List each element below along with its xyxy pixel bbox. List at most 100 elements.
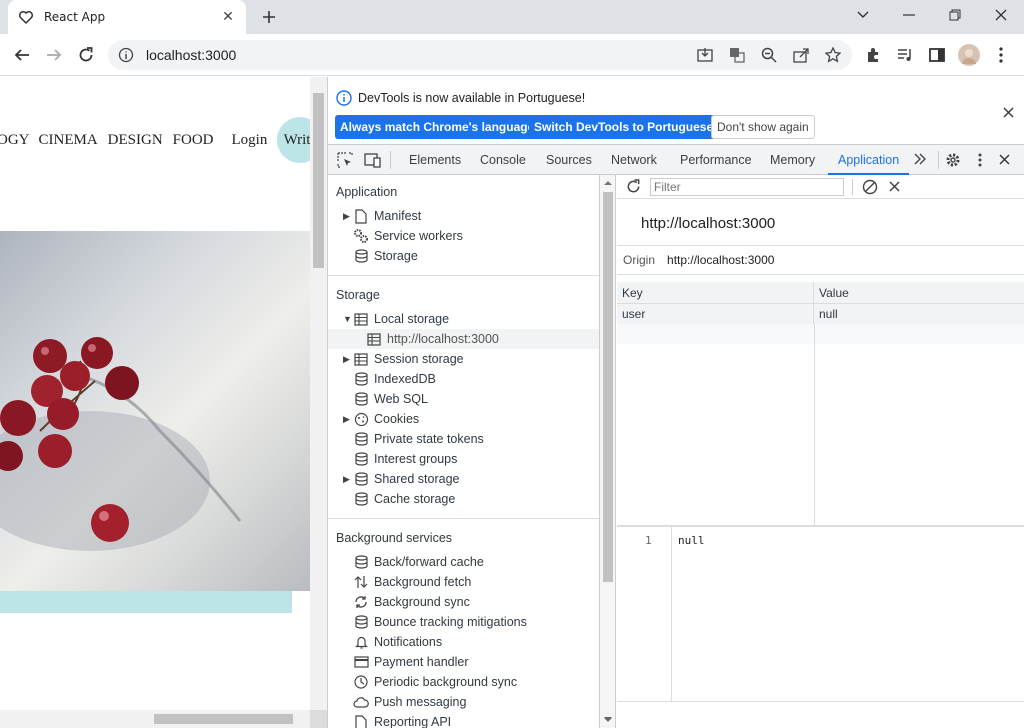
delete-selected-icon[interactable] (889, 181, 900, 192)
sidebar-item-payment-handler[interactable]: Payment handler (353, 652, 469, 672)
info-circle-icon (336, 90, 352, 106)
sidebar-item-back-forward-cache[interactable]: Back/forward cache (353, 552, 484, 572)
bookmark-star-icon[interactable] (820, 42, 846, 68)
forward-icon[interactable] (41, 42, 67, 68)
sidebar-item-push-messaging[interactable]: Push messaging (353, 692, 466, 712)
nav-item-cinema[interactable]: CINEMA (39, 132, 98, 149)
tab-search-icon[interactable] (850, 4, 876, 26)
share-icon[interactable] (788, 42, 814, 68)
page-hscroll-thumb[interactable] (154, 714, 293, 724)
sidebar-item-localhost[interactable]: http://localhost:3000 (328, 329, 599, 349)
sidebar-item-background-sync[interactable]: Background sync (353, 592, 470, 612)
tab-performance[interactable]: Performance (680, 145, 752, 175)
inspect-element-icon[interactable] (337, 152, 353, 168)
sidebar-item-service-workers[interactable]: Service workers (353, 226, 463, 246)
sidebar-item-storage[interactable]: Storage (353, 246, 418, 266)
sidebar-item-manifest[interactable]: ▶ Manifest (343, 206, 421, 226)
sidebar-item-cookies[interactable]: ▶ Cookies (343, 409, 419, 429)
section-storage: Storage (336, 288, 380, 302)
sidebar-item-periodic-background-sync[interactable]: Periodic background sync (353, 672, 517, 692)
always-match-language-button[interactable]: Always match Chrome's language (335, 115, 540, 139)
back-icon[interactable] (9, 42, 35, 68)
table-row-empty[interactable] (617, 324, 1024, 344)
side-panel-icon[interactable] (924, 42, 950, 68)
database-icon (353, 491, 369, 507)
login-link[interactable]: Login (232, 132, 268, 149)
restore-icon[interactable] (942, 4, 968, 26)
table-row[interactable]: user null (617, 304, 1024, 324)
sidebar-item-indexeddb[interactable]: IndexedDB (353, 369, 436, 389)
page-horizontal-scrollbar[interactable] (0, 710, 310, 728)
sidebar-item-interest-groups[interactable]: Interest groups (353, 449, 457, 469)
expand-arrow-icon[interactable]: ▶ (343, 211, 353, 222)
sidebar-item-private-state-tokens[interactable]: Private state tokens (353, 429, 484, 449)
sidebar-item-background-fetch[interactable]: Background fetch (353, 572, 471, 592)
table-icon (353, 311, 369, 327)
close-infobar-icon[interactable] (1001, 105, 1015, 119)
write-button[interactable]: Write (277, 117, 310, 163)
scroll-down-icon[interactable] (601, 713, 615, 725)
application-sidebar: Application ▶ Manifest Service workers S… (328, 175, 600, 728)
database-icon (353, 391, 369, 407)
tab-title: React App (44, 10, 106, 24)
new-tab-icon[interactable] (258, 6, 280, 28)
database-icon (353, 371, 369, 387)
install-icon[interactable] (692, 42, 718, 68)
refresh-icon[interactable] (626, 179, 641, 194)
filter-toolbar: Filter (617, 175, 1024, 199)
page-scroll-thumb[interactable] (313, 93, 324, 268)
column-divider (814, 324, 815, 527)
filter-input[interactable]: Filter (650, 178, 844, 196)
sidebar-item-shared-storage[interactable]: ▶ Shared storage (343, 469, 459, 489)
tab-sources[interactable]: Sources (546, 145, 592, 175)
translate-icon[interactable] (724, 42, 750, 68)
close-devtools-icon[interactable] (999, 154, 1010, 165)
column-header-value[interactable]: Value (814, 282, 1024, 304)
extensions-icon[interactable] (860, 42, 886, 68)
tab-console[interactable]: Console (480, 145, 526, 175)
tab-application[interactable]: Application (828, 145, 910, 175)
sidebar-item-session-storage[interactable]: ▶ Session storage (343, 349, 464, 369)
column-header-key[interactable]: Key (617, 282, 814, 304)
reload-icon[interactable] (73, 42, 99, 68)
sidebar-item-notifications[interactable]: Notifications (353, 632, 442, 652)
cell-key[interactable]: user (617, 304, 814, 324)
nav-item-design[interactable]: DESIGN (108, 132, 163, 149)
browser-tab[interactable]: React App ✕ (8, 0, 246, 34)
sidebar-item-cache-storage[interactable]: Cache storage (353, 489, 455, 509)
sidebar-item-local-storage[interactable]: ▼ Local storage (343, 309, 449, 329)
media-control-icon[interactable] (892, 42, 918, 68)
nav-item-technology[interactable]: OGY (0, 132, 30, 149)
sidebar-item-web-sql[interactable]: Web SQL (353, 389, 428, 409)
clear-all-icon[interactable] (862, 179, 878, 195)
collapse-arrow-icon[interactable]: ▼ (343, 314, 353, 324)
page-vertical-scrollbar[interactable] (310, 77, 327, 710)
zoom-icon[interactable] (756, 42, 782, 68)
tab-network[interactable]: Network (611, 145, 657, 175)
sidebar-item-reporting-api[interactable]: Reporting API (353, 712, 451, 728)
close-tab-icon[interactable]: ✕ (220, 9, 236, 25)
dont-show-again-button[interactable]: Don't show again (711, 115, 815, 139)
device-toolbar-icon[interactable] (364, 152, 381, 168)
tab-elements[interactable]: Elements (409, 145, 461, 175)
database-icon (353, 471, 369, 487)
expand-arrow-icon[interactable]: ▶ (343, 354, 353, 365)
info-icon[interactable] (118, 47, 134, 63)
cell-value[interactable]: null (814, 304, 1024, 324)
sidebar-item-bounce-tracking[interactable]: Bounce tracking mitigations (353, 612, 527, 632)
close-window-icon[interactable] (988, 4, 1014, 26)
switch-to-portuguese-button[interactable]: Switch DevTools to Portuguese (529, 115, 719, 139)
menu-kebab-icon[interactable] (988, 42, 1014, 68)
more-tabs-icon[interactable] (913, 152, 927, 166)
avatar[interactable] (956, 42, 982, 68)
sidebar-scroll-thumb[interactable] (603, 192, 613, 582)
expand-arrow-icon[interactable]: ▶ (343, 474, 353, 485)
sidebar-scrollbar[interactable] (600, 175, 616, 728)
settings-gear-icon[interactable] (945, 152, 961, 168)
table-icon (366, 331, 382, 347)
nav-item-food[interactable]: FOOD (173, 132, 214, 149)
expand-arrow-icon[interactable]: ▶ (343, 414, 353, 425)
devtools-menu-icon[interactable] (978, 152, 982, 168)
minimize-icon[interactable] (896, 4, 922, 26)
tab-memory[interactable]: Memory (770, 145, 815, 175)
